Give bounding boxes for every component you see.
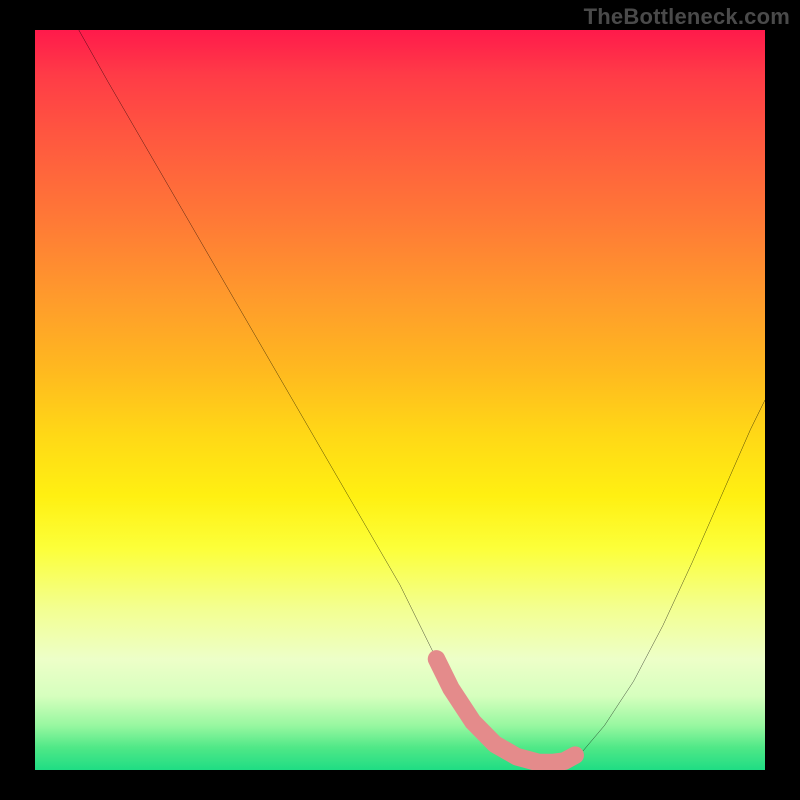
curve-layer — [35, 30, 765, 770]
optimum-range-highlight — [437, 659, 576, 763]
watermark-label: TheBottleneck.com — [584, 4, 790, 30]
bottleneck-curve — [79, 30, 765, 763]
plot-area — [35, 30, 765, 770]
chart-frame: TheBottleneck.com — [0, 0, 800, 800]
